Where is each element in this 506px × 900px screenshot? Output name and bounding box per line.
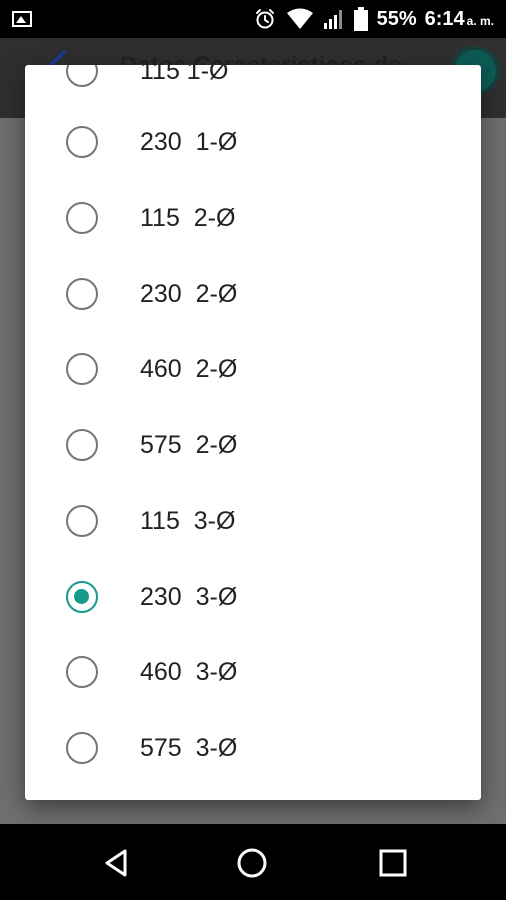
alarm-icon (255, 9, 274, 29)
option-row-230-1[interactable]: 230 1-Ø (25, 104, 481, 180)
option-row-460-3[interactable]: 460 3-Ø (25, 634, 481, 710)
option-row-partial[interactable]: 115 1-Ø (25, 65, 481, 109)
status-right: 55% 6:14 a. m. (253, 6, 494, 32)
radio-button-selected[interactable] (66, 581, 98, 613)
picture-icon (12, 11, 32, 27)
clock-time: 6:14 (424, 7, 465, 30)
option-label: 230 3-Ø (140, 583, 238, 611)
radio-button[interactable] (66, 202, 98, 234)
option-label: 115 1-Ø (140, 65, 229, 85)
option-label: 460 2-Ø (140, 355, 238, 383)
option-row-115-3[interactable]: 115 3-Ø (25, 483, 481, 559)
battery-percent: 55% (376, 7, 417, 30)
radio-button[interactable] (66, 278, 98, 310)
option-label: 575 2-Ø (140, 431, 238, 459)
status-bar: 55% 6:14 a. m. (0, 0, 506, 38)
radio-button[interactable] (66, 429, 98, 461)
radio-button[interactable] (66, 505, 98, 537)
radio-button[interactable] (66, 126, 98, 158)
radio-button[interactable] (66, 65, 98, 87)
status-left (12, 11, 32, 27)
option-row-575-2[interactable]: 575 2-Ø (25, 407, 481, 483)
signal-icon (323, 10, 342, 29)
option-row-460-2[interactable]: 460 2-Ø (25, 331, 481, 407)
wifi-icon (286, 8, 313, 29)
battery-icon (353, 7, 368, 31)
clock-ampm: a. m. (466, 13, 494, 28)
option-row-230-3[interactable]: 230 3-Ø (25, 559, 481, 635)
option-label: 115 2-Ø (140, 204, 236, 232)
option-row-575-3[interactable]: 575 3-Ø (25, 710, 481, 786)
voltage-phase-dialog: 115 1-Ø 230 1-Ø 115 2-Ø 230 2-Ø 460 2-Ø … (25, 65, 481, 800)
option-label: 115 3-Ø (140, 507, 236, 535)
clock: 6:14 a. m. (425, 8, 494, 31)
option-label: 230 2-Ø (140, 280, 238, 308)
home-icon[interactable] (235, 846, 269, 880)
option-label: 460 3-Ø (140, 658, 238, 686)
radio-button[interactable] (66, 732, 98, 764)
navigation-bar (0, 824, 506, 900)
radio-button[interactable] (66, 656, 98, 688)
option-row-230-2[interactable]: 230 2-Ø (25, 256, 481, 332)
option-row-115-2[interactable]: 115 2-Ø (25, 180, 481, 256)
option-label: 230 1-Ø (140, 128, 238, 156)
back-icon[interactable] (99, 846, 133, 880)
recent-apps-icon[interactable] (376, 846, 410, 880)
radio-button[interactable] (66, 353, 98, 385)
option-label: 575 3-Ø (140, 734, 238, 762)
